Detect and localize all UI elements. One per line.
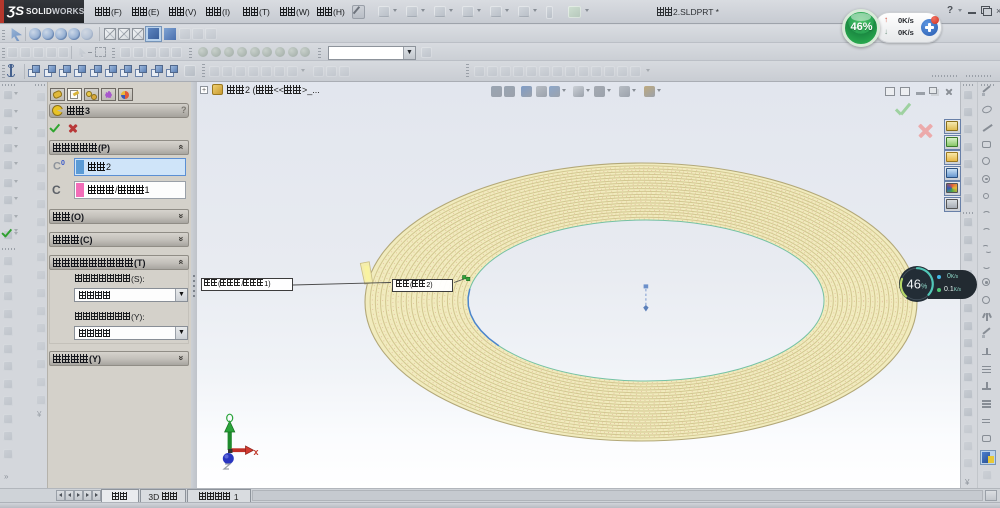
svg-text:x: x <box>254 447 259 457</box>
